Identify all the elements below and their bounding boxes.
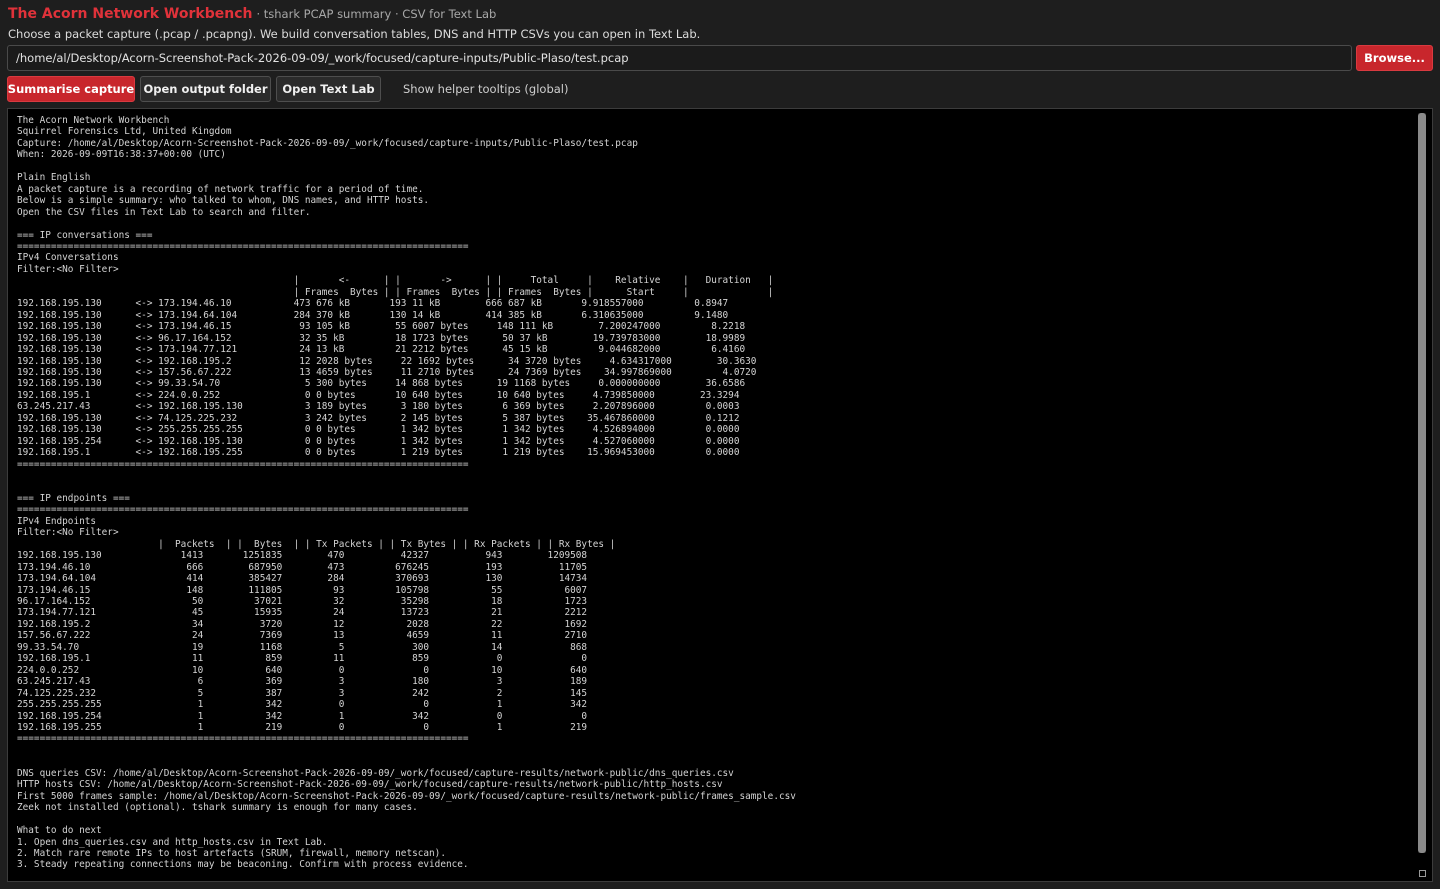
output-line: 192.168.195.130 1413 1251835 470 42327 9… (17, 550, 588, 562)
output-line: ========================================… (17, 733, 469, 745)
vertical-scrollbar[interactable] (1418, 113, 1426, 853)
output-line: 192.168.195.130 <-> 173.194.64.104 284 3… (17, 309, 729, 321)
output-text-area[interactable]: The Acorn Network Workbench Squirrel For… (7, 108, 1433, 882)
output-line: 192.168.195.130 <-> 74.125.225.232 3 242… (17, 412, 740, 424)
app-title: The Acorn Network Workbench (8, 6, 253, 22)
output-line: === IP endpoints === (17, 492, 130, 504)
output-line: 173.194.46.10 666 687950 473 676245 193 … (17, 561, 588, 573)
output-log: The Acorn Network Workbench Squirrel For… (17, 115, 796, 871)
output-line: 1. Open dns_queries.csv and http_hosts.c… (17, 836, 328, 848)
output-line: 192.168.195.254 <-> 192.168.195.130 0 0 … (17, 435, 740, 447)
output-line: IPv4 Endpoints (17, 515, 97, 527)
output-line: What to do next (17, 825, 102, 837)
output-line: IPv4 Conversations (17, 252, 119, 264)
output-line: 173.194.64.104 414 385427 284 370693 130… (17, 573, 588, 585)
output-line: 192.168.195.130 <-> 192.168.195.2 12 202… (17, 355, 757, 367)
output-line: 192.168.195.130 <-> 255.255.255.255 0 0 … (17, 424, 740, 436)
resize-grip-icon[interactable] (1419, 870, 1426, 877)
output-line: Plain English (17, 172, 91, 184)
scrollbar-thumb[interactable] (1418, 113, 1426, 853)
output-line: 173.194.77.121 45 15935 24 13723 21 2212 (17, 607, 588, 619)
output-line: 224.0.0.252 10 640 0 0 10 640 (17, 664, 588, 676)
output-line: | Frames Bytes | | Frames Bytes | | Fram… (17, 286, 774, 298)
output-line: 192.168.195.1 <-> 224.0.0.252 0 0 bytes … (17, 389, 740, 401)
output-line: ========================================… (17, 458, 469, 470)
output-line: 63.245.217.43 6 369 3 180 3 189 (17, 676, 588, 688)
output-line: Squirrel Forensics Ltd, United Kingdom (17, 126, 232, 138)
output-line: | Packets | | Bytes | | Tx Packets | | T… (17, 538, 616, 550)
output-line: 192.168.195.255 1 219 0 0 1 219 (17, 722, 588, 734)
output-line: 96.17.164.152 50 37021 32 35298 18 1723 (17, 596, 588, 608)
helper-tooltips-toggle[interactable]: Show helper tooltips (global) (403, 82, 568, 96)
output-line: 157.56.67.222 24 7369 13 4659 11 2710 (17, 630, 588, 642)
output-line: 192.168.195.130 <-> 173.194.46.15 93 105… (17, 321, 746, 333)
app-subtitle: · tshark PCAP summary · CSV for Text Lab (256, 7, 497, 21)
output-line: 192.168.195.130 <-> 173.194.46.10 473 67… (17, 298, 729, 310)
output-line: 192.168.195.130 <-> 99.33.54.70 5 300 by… (17, 378, 746, 390)
output-line: 192.168.195.130 <-> 96.17.164.152 32 35 … (17, 332, 746, 344)
output-line: 255.255.255.255 1 342 0 0 1 342 (17, 699, 588, 711)
output-line: 192.168.195.2 34 3720 12 2028 22 1692 (17, 618, 588, 630)
header: The Acorn Network Workbench · tshark PCA… (8, 6, 496, 22)
output-line: ========================================… (17, 240, 469, 252)
output-line: DNS queries CSV: /home/al/Desktop/Acorn-… (17, 767, 734, 779)
output-line: 192.168.195.130 <-> 173.194.77.121 24 13… (17, 344, 746, 356)
intro-text: Choose a packet capture (.pcap / .pcapng… (8, 27, 701, 41)
output-line: Capture: /home/al/Desktop/Acorn-Screensh… (17, 137, 638, 149)
output-line: Open the CSV files in Text Lab to search… (17, 206, 311, 218)
output-line: 99.33.54.70 19 1168 5 300 14 868 (17, 641, 588, 653)
output-line: | <- | | -> | | Total | Relative | Durat… (17, 275, 774, 287)
open-output-folder-button[interactable]: Open output folder (140, 76, 271, 102)
browse-button[interactable]: Browse... (1356, 45, 1433, 71)
output-line: A packet capture is a recording of netwo… (17, 183, 424, 195)
output-line: === IP conversations === (17, 229, 153, 241)
output-line: 192.168.195.1 <-> 192.168.195.255 0 0 by… (17, 447, 740, 459)
app-window: The Acorn Network Workbench · tshark PCA… (0, 0, 1440, 889)
capture-path-input[interactable] (7, 45, 1352, 71)
output-line: The Acorn Network Workbench (17, 115, 170, 126)
output-line: 192.168.195.130 <-> 157.56.67.222 13 465… (17, 366, 757, 378)
output-line: Filter:<No Filter> (17, 527, 119, 539)
output-line: ========================================… (17, 504, 469, 516)
output-line: Below is a simple summary: who talked to… (17, 195, 430, 207)
output-line: HTTP hosts CSV: /home/al/Desktop/Acorn-S… (17, 779, 723, 791)
output-line: 3. Steady repeating connections may be b… (17, 859, 469, 871)
open-text-lab-button[interactable]: Open Text Lab (276, 76, 381, 102)
output-line: 192.168.195.1 11 859 11 859 0 0 (17, 653, 588, 665)
output-line: When: 2026-09-09T16:38:37+00:00 (UTC) (17, 149, 226, 161)
output-line: Zeek not installed (optional). tshark su… (17, 802, 418, 814)
summarise-capture-button[interactable]: Summarise capture (7, 76, 135, 102)
output-line: 74.125.225.232 5 387 3 242 2 145 (17, 687, 588, 699)
output-line: First 5000 frames sample: /home/al/Deskt… (17, 790, 796, 802)
output-line: 173.194.46.15 148 111805 93 105798 55 60… (17, 584, 588, 596)
output-line: 2. Match rare remote IPs to host artefac… (17, 848, 446, 859)
output-line: Filter:<No Filter> (17, 263, 119, 275)
output-line: 63.245.217.43 <-> 192.168.195.130 3 189 … (17, 401, 740, 413)
output-line: 192.168.195.254 1 342 1 342 0 0 (17, 710, 588, 722)
